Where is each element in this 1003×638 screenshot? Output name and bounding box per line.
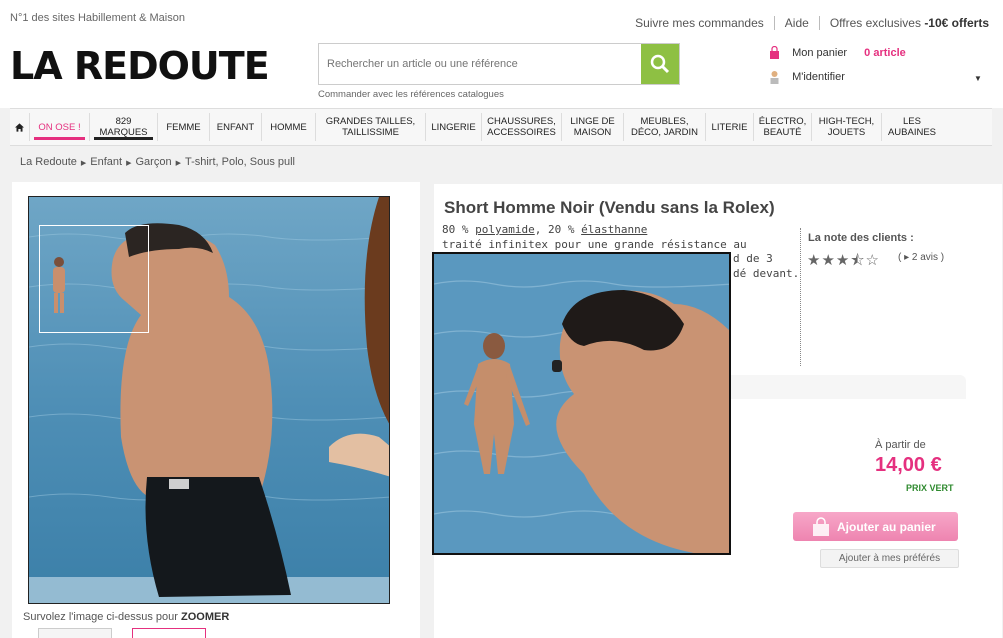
- logo[interactable]: LA REDOUTE: [10, 44, 270, 88]
- main-nav: ON OSE ! 829 MARQUES FEMME ENFANT HOMME …: [10, 108, 992, 146]
- nav-linge-maison[interactable]: LINGE DE MAISON: [562, 113, 624, 141]
- nav-electro[interactable]: ÉLECTRO, BEAUTÉ: [754, 113, 812, 141]
- search-button[interactable]: [641, 44, 679, 84]
- breadcrumb-arrow-icon: ▶: [175, 160, 181, 167]
- offers-amount: -10€ offerts: [924, 16, 989, 30]
- product-image[interactable]: [28, 196, 390, 604]
- price: 14,00 €: [875, 454, 942, 476]
- track-orders-link[interactable]: Suivre mes commandes: [635, 16, 764, 30]
- breadcrumb: La Redoute ▶ Enfant ▶ Garçon ▶ T-shirt, Polo, …: [20, 156, 295, 168]
- nav-marques[interactable]: 829 MARQUES: [90, 113, 158, 141]
- rating-label: La note des clients :: [808, 232, 914, 244]
- description-fragment: d de 3: [733, 252, 773, 265]
- page: N°1 des sites Habillement & Maison Suivr…: [0, 0, 1003, 638]
- thumbnail-selected[interactable]: [132, 628, 206, 638]
- breadcrumb-item[interactable]: La Redoute: [20, 156, 77, 168]
- search-icon: [650, 54, 670, 74]
- nav-high-tech[interactable]: HIGH-TECH, JOUETS: [812, 113, 882, 141]
- header: LA REDOUTE Commander avec les références…: [0, 40, 1003, 108]
- elasthanne-link[interactable]: élasthanne: [581, 223, 647, 236]
- search-box: [318, 43, 680, 85]
- cart-link[interactable]: Mon panier 0 article: [768, 46, 906, 60]
- zoom-view: [432, 252, 731, 555]
- divider: [773, 16, 775, 30]
- price-header-bar: [728, 375, 966, 399]
- reviews-link[interactable]: ( ▸ 2 avis ): [898, 252, 944, 263]
- login-label: M'identifier: [792, 70, 845, 83]
- polyamide-link[interactable]: polyamide: [475, 223, 535, 236]
- breadcrumb-arrow-icon: ▶: [80, 160, 87, 167]
- composition-text: , 20 %: [534, 223, 582, 236]
- nav-on-ose[interactable]: ON OSE !: [30, 113, 90, 141]
- offers-link[interactable]: Offres exclusives -10€ offerts: [830, 16, 989, 30]
- divider: [818, 16, 820, 30]
- nav-lingerie[interactable]: LINGERIE: [426, 113, 482, 141]
- nav-enfant[interactable]: ENFANT: [210, 113, 262, 141]
- search-input[interactable]: [319, 44, 641, 84]
- product-title: Short Homme Noir (Vendu sans la Rolex): [444, 198, 775, 217]
- divider: [800, 228, 801, 366]
- home-icon[interactable]: [10, 113, 30, 141]
- nav-femme[interactable]: FEMME: [158, 113, 210, 141]
- nav-meubles[interactable]: MEUBLES, DÉCO, JARDIN: [624, 113, 706, 141]
- zoom-hint-bold: ZOOMER: [181, 611, 230, 623]
- chevron-down-icon: ▼: [970, 70, 986, 88]
- price-tag: PRIX VERT: [906, 483, 954, 493]
- shopping-bag-icon: [813, 516, 829, 536]
- breadcrumb-item[interactable]: T-shirt, Polo, Sous pull: [185, 156, 295, 168]
- add-to-cart-label: Ajouter au panier: [837, 519, 936, 534]
- breadcrumb-arrow-icon: ▶: [126, 160, 132, 167]
- nav-literie[interactable]: LITERIE: [706, 113, 754, 141]
- user-icon: [770, 71, 779, 84]
- nav-aubaines[interactable]: LES AUBAINES: [882, 113, 942, 141]
- composition-text: 80 %: [442, 223, 476, 236]
- top-links: Suivre mes commandes Aide Offres exclusi…: [635, 16, 989, 30]
- tagline: N°1 des sites Habillement & Maison: [10, 12, 185, 24]
- zoom-hint-text: Survolez l'image ci-dessus pour: [23, 611, 182, 623]
- zoom-selector[interactable]: [39, 225, 149, 333]
- zoomed-photo: [434, 254, 729, 553]
- nav-chaussures[interactable]: CHAUSSURES, ACCESSOIRES: [482, 113, 562, 141]
- cart-label: Mon panier: [792, 46, 848, 59]
- help-link[interactable]: Aide: [785, 16, 809, 30]
- thumbnail[interactable]: [38, 628, 112, 638]
- description-fragment: dé devant.: [733, 267, 800, 280]
- add-to-cart-button[interactable]: Ajouter au panier: [793, 512, 958, 541]
- zoom-hint: Survolez l'image ci-dessus pour ZOOMER: [23, 611, 229, 623]
- cart-icon: [770, 46, 779, 59]
- top-bar: N°1 des sites Habillement & Maison Suivr…: [0, 0, 1003, 40]
- price-from-label: À partir de: [875, 439, 926, 451]
- nav-grandes-tailles[interactable]: GRANDES TAILLES, TAILLISSIME: [316, 113, 426, 141]
- star-rating: ★★★⯪☆: [807, 252, 880, 269]
- nav-homme[interactable]: HOMME: [262, 113, 316, 141]
- add-to-favorites-button[interactable]: Ajouter à mes préférés: [820, 549, 959, 568]
- breadcrumb-item[interactable]: Enfant: [90, 156, 122, 168]
- catalog-order-link[interactable]: Commander avec les références catalogues: [318, 89, 504, 100]
- cart-count: 0 article: [864, 46, 906, 59]
- offers-label: Offres exclusives: [829, 16, 921, 30]
- login-dropdown[interactable]: M'identifier ▼: [768, 70, 988, 90]
- breadcrumb-item[interactable]: Garçon: [135, 156, 171, 168]
